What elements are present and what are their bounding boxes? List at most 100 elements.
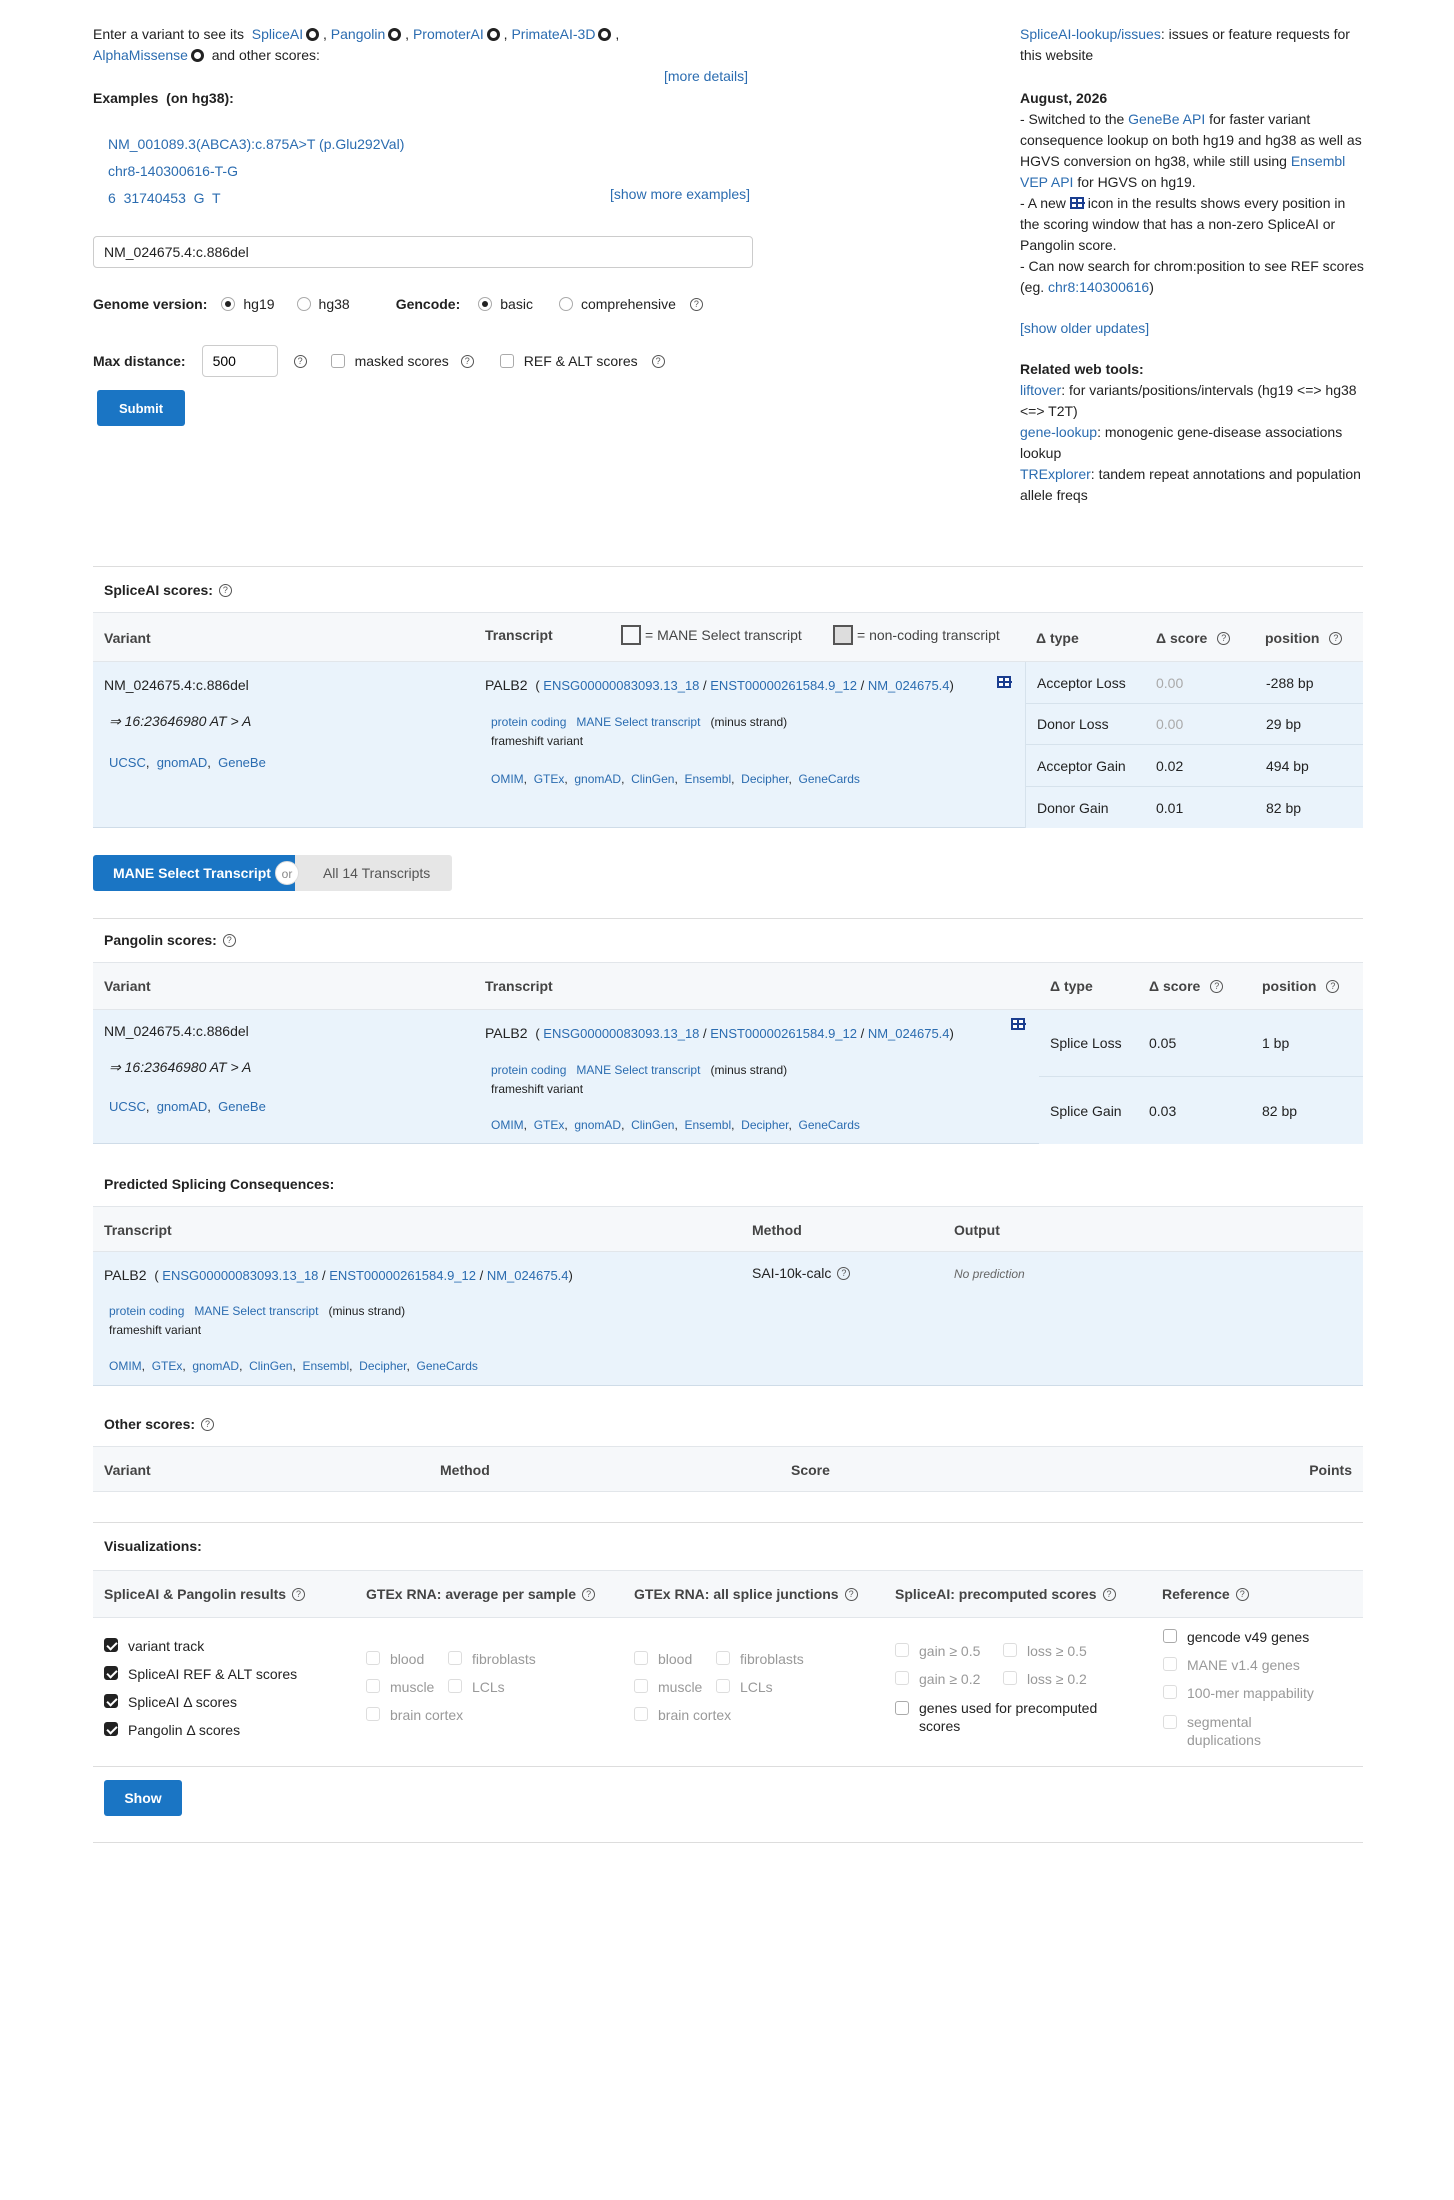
brain-cortex-checkbox[interactable] (366, 1707, 380, 1721)
gain-02-checkbox[interactable] (895, 1671, 909, 1685)
github-icon[interactable] (306, 28, 320, 41)
decipher-link[interactable]: Decipher (741, 1118, 788, 1132)
lcls-checkbox[interactable] (448, 1679, 462, 1693)
example-link[interactable]: 6 31740453 G T (108, 190, 221, 206)
all-transcripts-toggle[interactable]: All 14 Transcripts (294, 855, 453, 891)
gnomad-link[interactable]: gnomAD (574, 772, 621, 786)
fibroblasts-checkbox[interactable] (716, 1651, 730, 1665)
help-icon[interactable]: ? (844, 1587, 858, 1601)
precomputed-genes-checkbox[interactable] (895, 1701, 909, 1715)
example-position-link[interactable]: chr8:140300616 (1048, 279, 1149, 295)
gnomad-link[interactable]: gnomAD (574, 1118, 621, 1132)
show-older-updates-link[interactable]: [show older updates] (1020, 320, 1149, 336)
genebe-api-link[interactable]: GeneBe API (1128, 111, 1205, 127)
github-icon[interactable] (190, 49, 204, 62)
help-icon[interactable]: ? (1235, 1587, 1249, 1601)
enst-link[interactable]: ENST00000261584.9_12 (329, 1268, 476, 1283)
refalt-scores-checkbox[interactable] (104, 1666, 118, 1680)
variant-track-checkbox[interactable] (104, 1638, 118, 1652)
fibroblasts-checkbox[interactable] (448, 1651, 462, 1665)
help-icon[interactable]: ? (1326, 979, 1340, 993)
gene-lookup-link[interactable]: gene-lookup (1020, 424, 1097, 440)
ensg-link[interactable]: ENSG00000083093.13_18 (162, 1268, 318, 1283)
segdup-checkbox[interactable] (1163, 1715, 1177, 1729)
example-link[interactable]: chr8-140300616-T-G (108, 163, 238, 179)
liftover-link[interactable]: liftover (1020, 382, 1061, 398)
masked-scores-checkbox[interactable] (330, 354, 345, 368)
show-more-examples-link[interactable]: [show more examples] (610, 186, 750, 202)
radio-hg19[interactable] (221, 297, 236, 311)
submit-button[interactable]: Submit (97, 390, 185, 426)
tool-link-alphamissense[interactable]: AlphaMissense (93, 47, 188, 63)
radio-comprehensive[interactable] (558, 297, 573, 311)
help-icon[interactable]: ? (1329, 631, 1343, 645)
ucsc-link[interactable]: UCSC (109, 1099, 146, 1114)
mane-select-toggle[interactable]: MANE Select Transcript (93, 855, 295, 891)
decipher-link[interactable]: Decipher (741, 772, 788, 786)
tool-link-pangolin[interactable]: Pangolin (331, 26, 386, 42)
gnomad-link[interactable]: gnomAD (157, 755, 208, 770)
help-icon[interactable]: ? (201, 1417, 215, 1431)
help-icon[interactable]: ? (222, 933, 236, 947)
genecards-link[interactable]: GeneCards (417, 1359, 478, 1373)
clingen-link[interactable]: ClinGen (631, 1118, 674, 1132)
issues-link[interactable]: SpliceAI-lookup/issues (1020, 26, 1161, 42)
gain-05-checkbox[interactable] (895, 1643, 909, 1657)
help-icon[interactable]: ? (460, 354, 474, 368)
tool-link-primateai[interactable]: PrimateAI-3D (511, 26, 595, 42)
clingen-link[interactable]: ClinGen (249, 1359, 292, 1373)
help-icon[interactable]: ? (837, 1266, 851, 1280)
refseq-link[interactable]: NM_024675.4 (868, 1026, 950, 1041)
muscle-checkbox[interactable] (366, 1679, 380, 1693)
loss-05-checkbox[interactable] (1003, 1643, 1017, 1657)
gnomad-link[interactable]: gnomAD (192, 1359, 239, 1373)
ucsc-link[interactable]: UCSC (109, 755, 146, 770)
lcls-checkbox[interactable] (716, 1679, 730, 1693)
ref-alt-checkbox[interactable] (499, 354, 514, 368)
decipher-link[interactable]: Decipher (359, 1359, 406, 1373)
table-icon[interactable] (1011, 1018, 1026, 1030)
help-icon[interactable]: ? (582, 1587, 596, 1601)
help-icon[interactable]: ? (218, 583, 232, 597)
gnomad-link[interactable]: gnomAD (157, 1099, 208, 1114)
enst-link[interactable]: ENST00000261584.9_12 (710, 678, 857, 693)
tool-link-spliceai[interactable]: SpliceAI (252, 26, 303, 42)
radio-hg38[interactable] (296, 297, 311, 311)
omim-link[interactable]: OMIM (491, 772, 524, 786)
gtex-link[interactable]: GTEx (152, 1359, 183, 1373)
gtex-link[interactable]: GTEx (534, 1118, 565, 1132)
muscle-checkbox[interactable] (634, 1679, 648, 1693)
genecards-link[interactable]: GeneCards (799, 1118, 860, 1132)
help-icon[interactable]: ? (651, 354, 665, 368)
spliceai-delta-checkbox[interactable] (104, 1694, 118, 1708)
github-icon[interactable] (598, 28, 612, 41)
help-icon[interactable]: ? (1210, 979, 1224, 993)
ensembl-link[interactable]: Ensembl (684, 1118, 731, 1132)
pangolin-delta-checkbox[interactable] (104, 1722, 118, 1736)
ensg-link[interactable]: ENSG00000083093.13_18 (543, 1026, 699, 1041)
radio-basic[interactable] (478, 297, 493, 311)
clingen-link[interactable]: ClinGen (631, 772, 674, 786)
ensembl-link[interactable]: Ensembl (302, 1359, 349, 1373)
show-button[interactable]: Show (104, 1780, 182, 1816)
github-icon[interactable] (388, 28, 402, 41)
ensg-link[interactable]: ENSG00000083093.13_18 (543, 678, 699, 693)
table-icon[interactable] (997, 676, 1012, 688)
help-icon[interactable]: ? (1102, 1587, 1116, 1601)
genecards-link[interactable]: GeneCards (799, 772, 860, 786)
gtex-link[interactable]: GTEx (534, 772, 565, 786)
refseq-link[interactable]: NM_024675.4 (868, 678, 950, 693)
help-icon[interactable]: ? (689, 297, 703, 311)
trexplorer-link[interactable]: TRExplorer (1020, 466, 1091, 482)
tool-link-promoterai[interactable]: PromoterAI (413, 26, 484, 42)
omim-link[interactable]: OMIM (109, 1359, 142, 1373)
genebe-link[interactable]: GeneBe (218, 755, 266, 770)
mane-genes-checkbox[interactable] (1163, 1657, 1177, 1671)
more-details-link[interactable]: [more details] (664, 68, 748, 84)
genebe-link[interactable]: GeneBe (218, 1099, 266, 1114)
omim-link[interactable]: OMIM (491, 1118, 524, 1132)
github-icon[interactable] (486, 28, 500, 41)
enst-link[interactable]: ENST00000261584.9_12 (710, 1026, 857, 1041)
max-distance-input[interactable] (201, 345, 278, 377)
gencode-genes-checkbox[interactable] (1163, 1629, 1177, 1643)
